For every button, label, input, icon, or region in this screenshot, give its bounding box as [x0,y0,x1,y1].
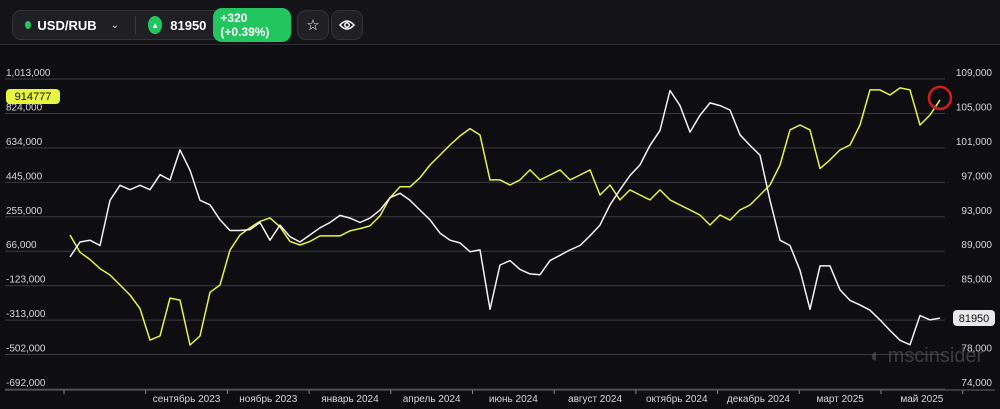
x-tick-label: март 2025 [816,394,864,405]
y-left-tick-label: -502,000 [6,344,46,355]
y-left-tick-label: 824,000 [6,102,43,113]
x-tick-label: август 2024 [568,394,622,405]
x-tick-label: октябрь 2024 [646,393,708,405]
x-tick-label: май 2025 [900,394,943,405]
y-left-tick-label: -692,000 [6,378,46,389]
chart-area: 1,013,000 824,000 634,000 445,000 255,000 66,… [5,68,995,405]
svg-text:914777: 914777 [15,91,52,103]
y-left-tick-label: 255,000 [6,206,43,217]
watermark-logo: ◐ mscinsider [870,345,984,367]
y-right-tick-label: 97,000 [961,171,992,182]
x-tick-label: июнь 2024 [489,394,538,405]
y-right-tick-label: 109,000 [956,68,993,79]
white-series-line [69,89,941,346]
yellow-last-value-badge: 914777 [6,89,60,104]
y-right-tick-label: 105,000 [956,102,993,113]
y-right-tick-label: 89,000 [961,240,992,251]
annotation-circle [927,85,953,111]
x-tick-label: сентябрь 2023 [153,393,221,405]
y-left-tick-label: -313,000 [6,309,46,320]
x-tick-label: апрель 2024 [403,394,461,405]
white-last-value-badge: 81950 [953,310,995,326]
y-left-tick-label: -123,000 [6,275,46,286]
y-right-tick-label: 93,000 [961,206,992,217]
y-right-tick-label: 74,000 [961,378,992,389]
y-left-tick-label: 445,000 [6,171,43,182]
y-right-tick-label: 85,000 [961,275,992,286]
x-tick-label: ноябрь 2023 [239,393,297,405]
x-tick-label: январь 2024 [321,394,379,405]
y-left-tick-label: 1,013,000 [6,68,51,79]
y-left-tick-label: 634,000 [6,137,43,148]
y-right-tick-label: 101,000 [956,137,993,148]
x-tick-label: декабрь 2024 [727,393,791,405]
y-left-tick-label: 66,000 [6,240,37,251]
svg-text:81950: 81950 [959,313,990,325]
